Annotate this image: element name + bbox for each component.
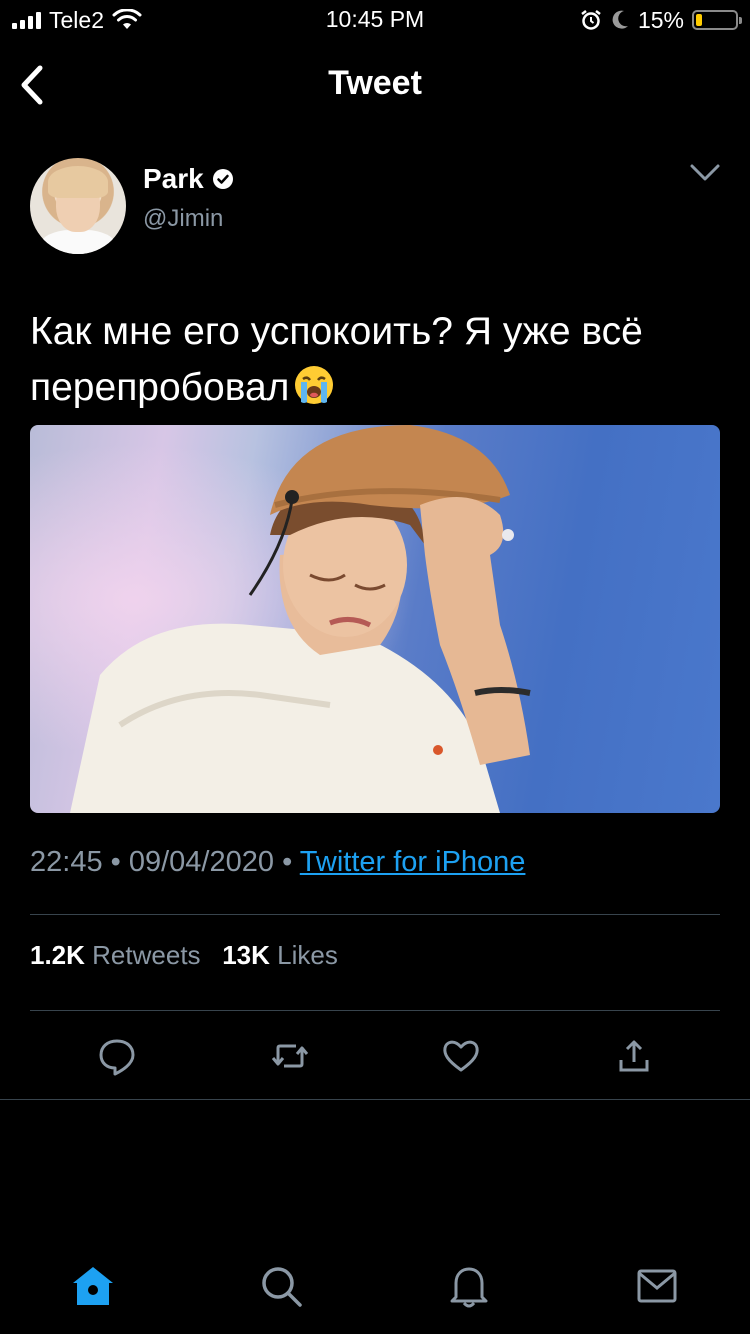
- loudly-crying-face-emoji-icon: [295, 366, 334, 404]
- messages-icon[interactable]: [634, 1263, 680, 1309]
- retweets-label: Retweets: [92, 940, 201, 970]
- battery-level: [696, 14, 702, 26]
- meta-separator: •: [110, 846, 121, 878]
- tweet-time: 22:45: [30, 846, 103, 878]
- retweets-count: 1.2K: [30, 940, 85, 970]
- page-title: Tweet: [328, 64, 422, 102]
- battery-percent: 15%: [637, 6, 684, 33]
- likes-stat[interactable]: 13K Likes: [222, 940, 338, 970]
- moon-icon: [612, 10, 628, 29]
- retweet-icon[interactable]: [270, 1036, 310, 1076]
- search-icon[interactable]: [258, 1263, 304, 1309]
- avatar-shirt: [40, 230, 116, 254]
- likes-label: Likes: [277, 940, 338, 970]
- status-bar: Tele2 10:45 PM 15%: [0, 0, 750, 40]
- tab-bar: [0, 1255, 750, 1315]
- tweet-stats: 1.2K Retweets 13K Likes: [30, 940, 338, 971]
- retweets-stat[interactable]: 1.2K Retweets: [30, 940, 201, 970]
- divider: [0, 1099, 750, 1100]
- battery-icon: [692, 10, 742, 30]
- author-handle[interactable]: @Jimin: [143, 205, 223, 233]
- tweet-photo-illustration: [30, 425, 720, 813]
- meta-separator: •: [282, 846, 293, 878]
- tweet-meta: 22:45 • 09/04/2020 • Twitter for iPhone: [30, 846, 525, 879]
- avatar-hair: [48, 166, 108, 198]
- verified-badge-icon: [212, 169, 233, 189]
- divider: [30, 914, 720, 915]
- tweet-text-body: Как мне его успокоить? Я уже всё перепро…: [30, 310, 643, 409]
- reply-icon[interactable]: [97, 1036, 137, 1076]
- status-right: 15%: [580, 6, 742, 34]
- alarm-icon: [581, 10, 601, 30]
- chevron-down-icon[interactable]: [688, 160, 722, 186]
- tweet-date: 09/04/2020: [128, 846, 275, 878]
- tweet-text: Как мне его успокоить? Я уже всё перепро…: [30, 304, 720, 416]
- tweet-actions: [0, 1030, 750, 1080]
- nav-bar: Tweet: [0, 50, 750, 120]
- like-icon[interactable]: [441, 1036, 481, 1076]
- tweet-image[interactable]: [30, 425, 720, 813]
- author-name-row[interactable]: Park: [143, 163, 234, 195]
- home-icon[interactable]: [70, 1263, 116, 1309]
- divider: [30, 1010, 720, 1011]
- likes-count: 13K: [222, 940, 270, 970]
- notifications-icon[interactable]: [446, 1263, 492, 1309]
- avatar[interactable]: [30, 158, 126, 254]
- tweet-source-link[interactable]: Twitter for iPhone: [300, 846, 526, 878]
- author-name[interactable]: Park: [143, 163, 204, 195]
- share-icon[interactable]: [614, 1036, 654, 1076]
